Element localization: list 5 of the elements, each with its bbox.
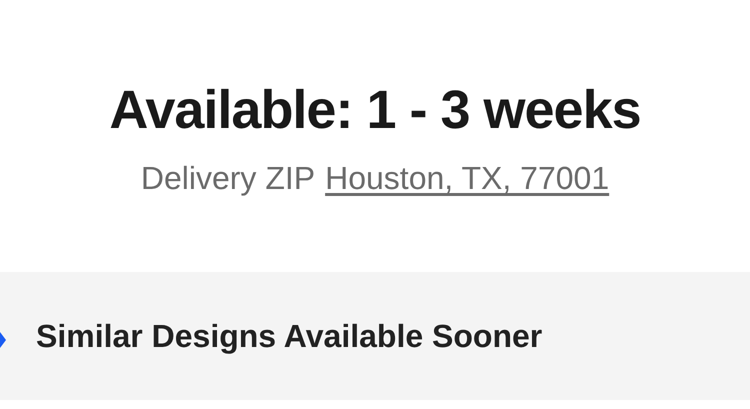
zip-link[interactable]: Houston, TX, 77001 <box>325 158 610 198</box>
zip-label: Delivery ZIP <box>140 159 316 198</box>
similar-designs-banner[interactable]: Similar Designs Available Sooner <box>0 272 750 400</box>
banner-label: Similar Designs Available Sooner <box>36 317 542 356</box>
availability-title: Available: 1 - 3 weeks <box>109 79 641 142</box>
